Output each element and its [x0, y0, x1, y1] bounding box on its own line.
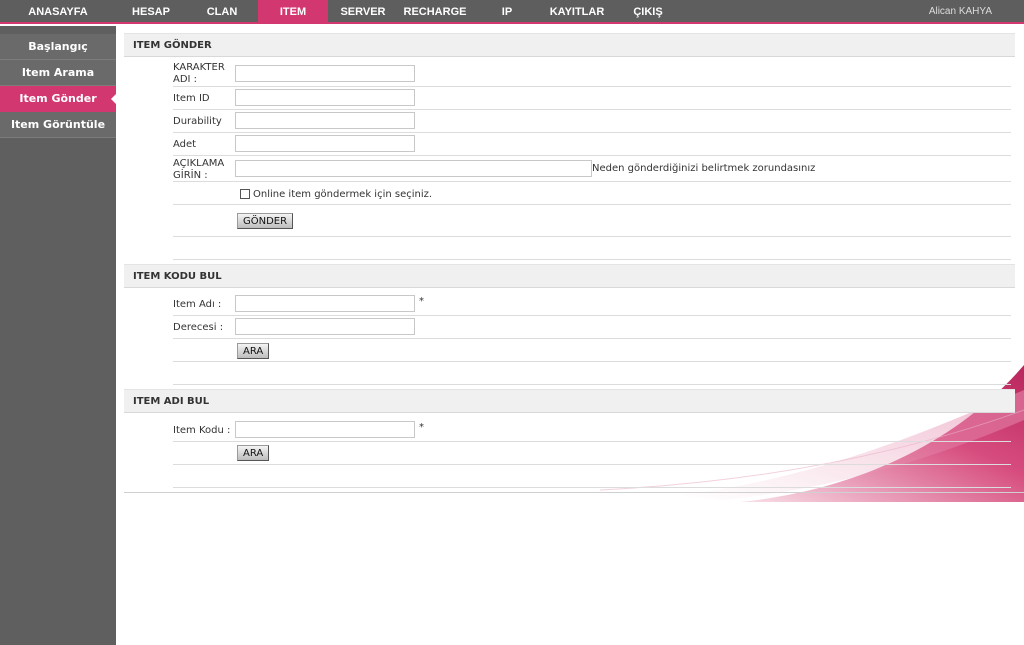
row-divider: [173, 487, 1011, 488]
row-divider: [173, 441, 1011, 442]
nav-item[interactable]: ITEM: [258, 0, 328, 24]
nav-kayitlar[interactable]: KAYITLAR: [542, 0, 612, 24]
search-name-button[interactable]: ARA: [237, 445, 270, 461]
row-divider: [173, 132, 1011, 133]
count-input[interactable]: [235, 135, 415, 152]
required-marker: *: [419, 422, 424, 433]
grade-input[interactable]: [235, 318, 415, 335]
nav-ip[interactable]: IP: [488, 0, 526, 24]
section-header-item-gonder: ITEM GÖNDER: [124, 33, 1015, 57]
sidebar-item-item-goruntule[interactable]: Item Görüntüle: [0, 112, 116, 138]
section-header-item-kodu-bul: ITEM KODU BUL: [124, 264, 1015, 288]
grade-label: Derecesi :: [173, 322, 224, 333]
description-label-line2: GİRİN :: [173, 170, 208, 181]
row-divider: [173, 236, 1011, 237]
user-name: Alican KAHYA: [928, 6, 992, 17]
row-divider: [173, 338, 1011, 339]
character-name-label-line2: ADI :: [173, 74, 198, 85]
item-name-input[interactable]: [235, 295, 415, 312]
send-button[interactable]: GÖNDER: [237, 213, 294, 229]
sidebar-item-item-arama[interactable]: Item Arama: [0, 60, 116, 86]
description-input[interactable]: [235, 160, 592, 177]
sidebar-item-baslangic[interactable]: Başlangıç: [0, 34, 116, 60]
description-note: Neden gönderdiğinizi belirtmek zorundası…: [592, 163, 816, 174]
item-name-label: Item Adı :: [173, 299, 222, 310]
character-name-input[interactable]: [235, 65, 415, 82]
row-divider: [173, 86, 1011, 87]
row-divider: [173, 259, 1011, 260]
decorative-swoosh: [600, 365, 1024, 502]
sidebar-item-item-gonder[interactable]: Item Gönder: [0, 86, 117, 112]
nav-anasayfa[interactable]: ANASAYFA: [6, 0, 110, 24]
search-code-button[interactable]: ARA: [237, 343, 270, 359]
top-navigation: ANASAYFA HESAP CLAN ITEM SERVER RECHARGE…: [0, 0, 1024, 24]
item-code-input[interactable]: [235, 421, 415, 438]
row-divider: [173, 109, 1011, 110]
nav-cikis[interactable]: ÇIKIŞ: [624, 0, 672, 24]
nav-recharge[interactable]: RECHARGE: [398, 0, 472, 24]
row-divider: [173, 315, 1011, 316]
durability-label: Durability: [173, 116, 222, 127]
item-code-label: Item Kodu :: [173, 425, 231, 436]
item-id-input[interactable]: [235, 89, 415, 106]
required-marker: *: [419, 296, 424, 307]
row-divider: [173, 204, 1011, 205]
online-item-label: Online item göndermek için seçiniz.: [253, 189, 433, 200]
count-label: Adet: [173, 139, 197, 150]
row-divider: [173, 181, 1011, 182]
item-id-label: Item ID: [173, 93, 210, 104]
row-divider: [173, 464, 1011, 465]
nav-hesap[interactable]: HESAP: [116, 0, 186, 24]
content-bottom-rule: [124, 492, 1024, 493]
durability-input[interactable]: [235, 112, 415, 129]
row-divider: [173, 384, 1011, 385]
character-name-label-line1: KARAKTER: [173, 62, 225, 73]
description-label-line1: AÇIKLAMA: [173, 158, 225, 169]
row-divider: [173, 155, 1011, 156]
nav-clan[interactable]: CLAN: [190, 0, 254, 24]
section-header-item-adi-bul: ITEM ADI BUL: [124, 389, 1015, 413]
nav-server[interactable]: SERVER: [334, 0, 392, 24]
online-item-checkbox[interactable]: [240, 189, 250, 199]
row-divider: [173, 361, 1011, 362]
sidebar: Başlangıç Item Arama Item Gönder Item Gö…: [0, 26, 117, 645]
